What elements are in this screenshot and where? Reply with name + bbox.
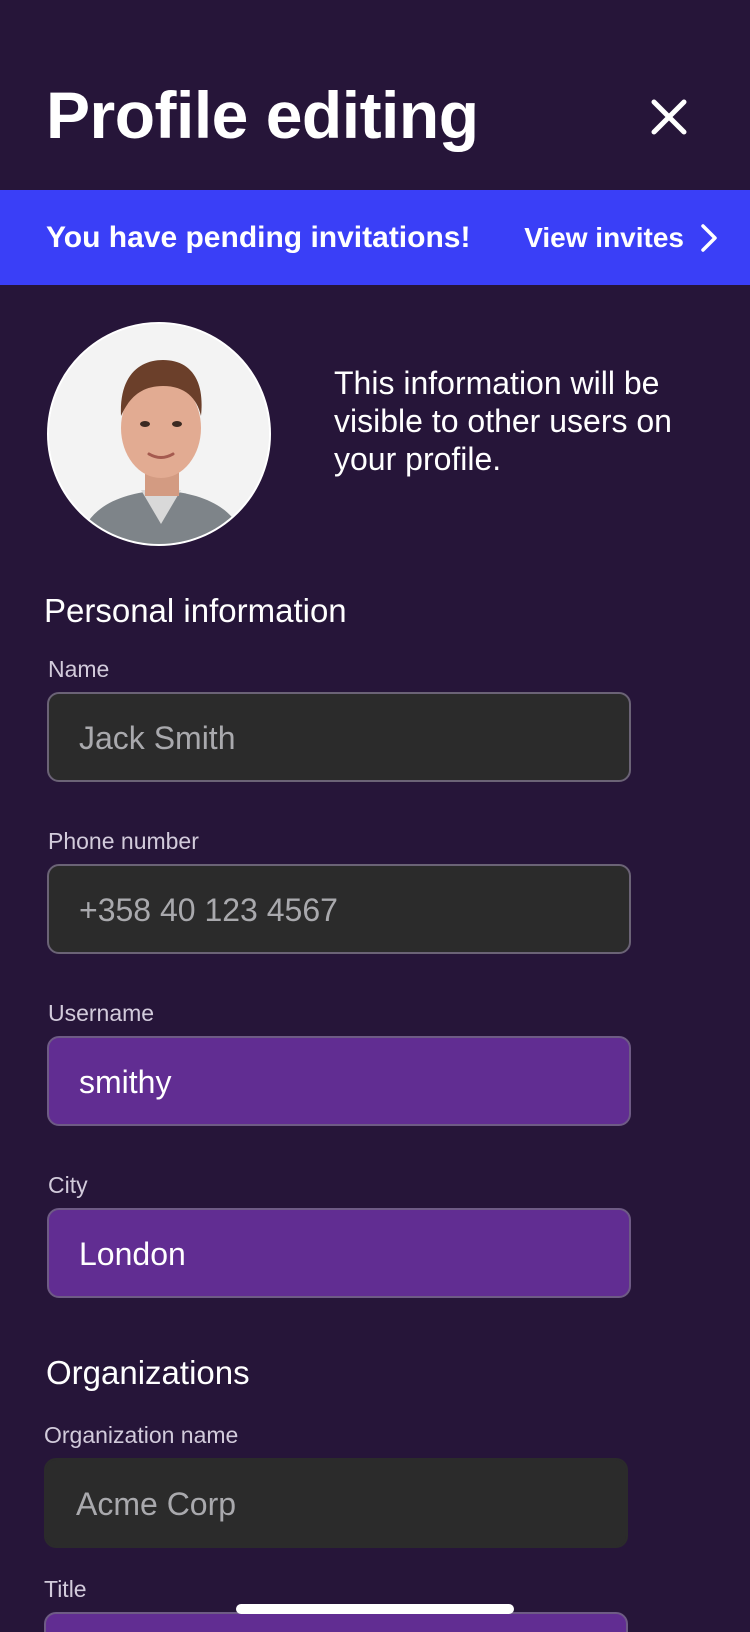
name-field[interactable]: Jack Smith [47,692,631,782]
username-field[interactable]: smithy [47,1036,631,1126]
chevron-right-icon [701,223,717,252]
organization-name-label: Organization name [44,1422,239,1448]
city-label: City [48,1172,88,1198]
organization-name-field[interactable]: Acme Corp [44,1458,628,1548]
close-button[interactable] [640,88,698,146]
city-field[interactable]: London [47,1208,631,1298]
city-value: London [79,1236,186,1272]
username-label: Username [48,1000,155,1026]
phone-number-label: Phone number [48,828,199,854]
close-icon [651,99,687,135]
avatar[interactable] [47,322,271,546]
pending-invitations-banner: You have pending invitations! View invit… [0,190,750,285]
name-value: Jack Smith [79,720,236,756]
organizations-heading: Organizations [46,1354,250,1391]
banner-message: You have pending invitations! [46,221,471,254]
view-invites-button[interactable]: View invites [524,190,718,285]
profile-editing-screen: Profile editing You have pending invitat… [0,0,750,1632]
profile-visibility-note: This information will be visible to othe… [334,365,672,477]
title-field[interactable] [44,1612,628,1632]
phone-number-field[interactable]: +358 40 123 4567 [47,864,631,954]
view-invites-label: View invites [524,221,684,253]
header: Profile editing [0,0,750,190]
username-value: smithy [79,1064,172,1100]
phone-number-value: +358 40 123 4567 [79,892,338,928]
organization-name-value: Acme Corp [76,1486,237,1522]
page-title: Profile editing [46,78,479,152]
home-indicator [236,1604,514,1614]
name-label: Name [48,656,110,682]
title-label: Title [44,1576,87,1602]
personal-information-heading: Personal information [44,592,347,629]
